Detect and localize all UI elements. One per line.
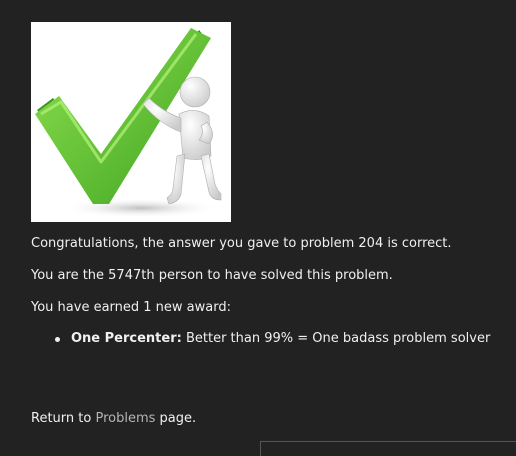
award-list: One Percenter: Better than 99% = One bad…: [31, 331, 490, 347]
solver-rank-message: You are the 5747th person to have solved…: [31, 268, 393, 283]
bottom-right-panel: [260, 441, 516, 456]
bullet-icon: [55, 337, 60, 342]
award-name: One Percenter:: [71, 331, 182, 346]
result-content: Congratulations, the answer you gave to …: [31, 22, 501, 426]
award-description: Better than 99% = One badass problem sol…: [185, 331, 491, 346]
awards-intro-message: You have earned 1 new award:: [31, 300, 231, 315]
problems-link[interactable]: Problems: [95, 411, 155, 426]
return-prefix: Return to: [31, 411, 92, 426]
return-suffix: page.: [159, 411, 197, 426]
checkmark-image: [31, 22, 231, 222]
return-line: Return to Problems page.: [31, 411, 196, 427]
checkmark-icon: [35, 28, 222, 218]
award-item: One Percenter: Better than 99% = One bad…: [31, 331, 490, 347]
congratulations-message: Congratulations, the answer you gave to …: [31, 236, 452, 251]
